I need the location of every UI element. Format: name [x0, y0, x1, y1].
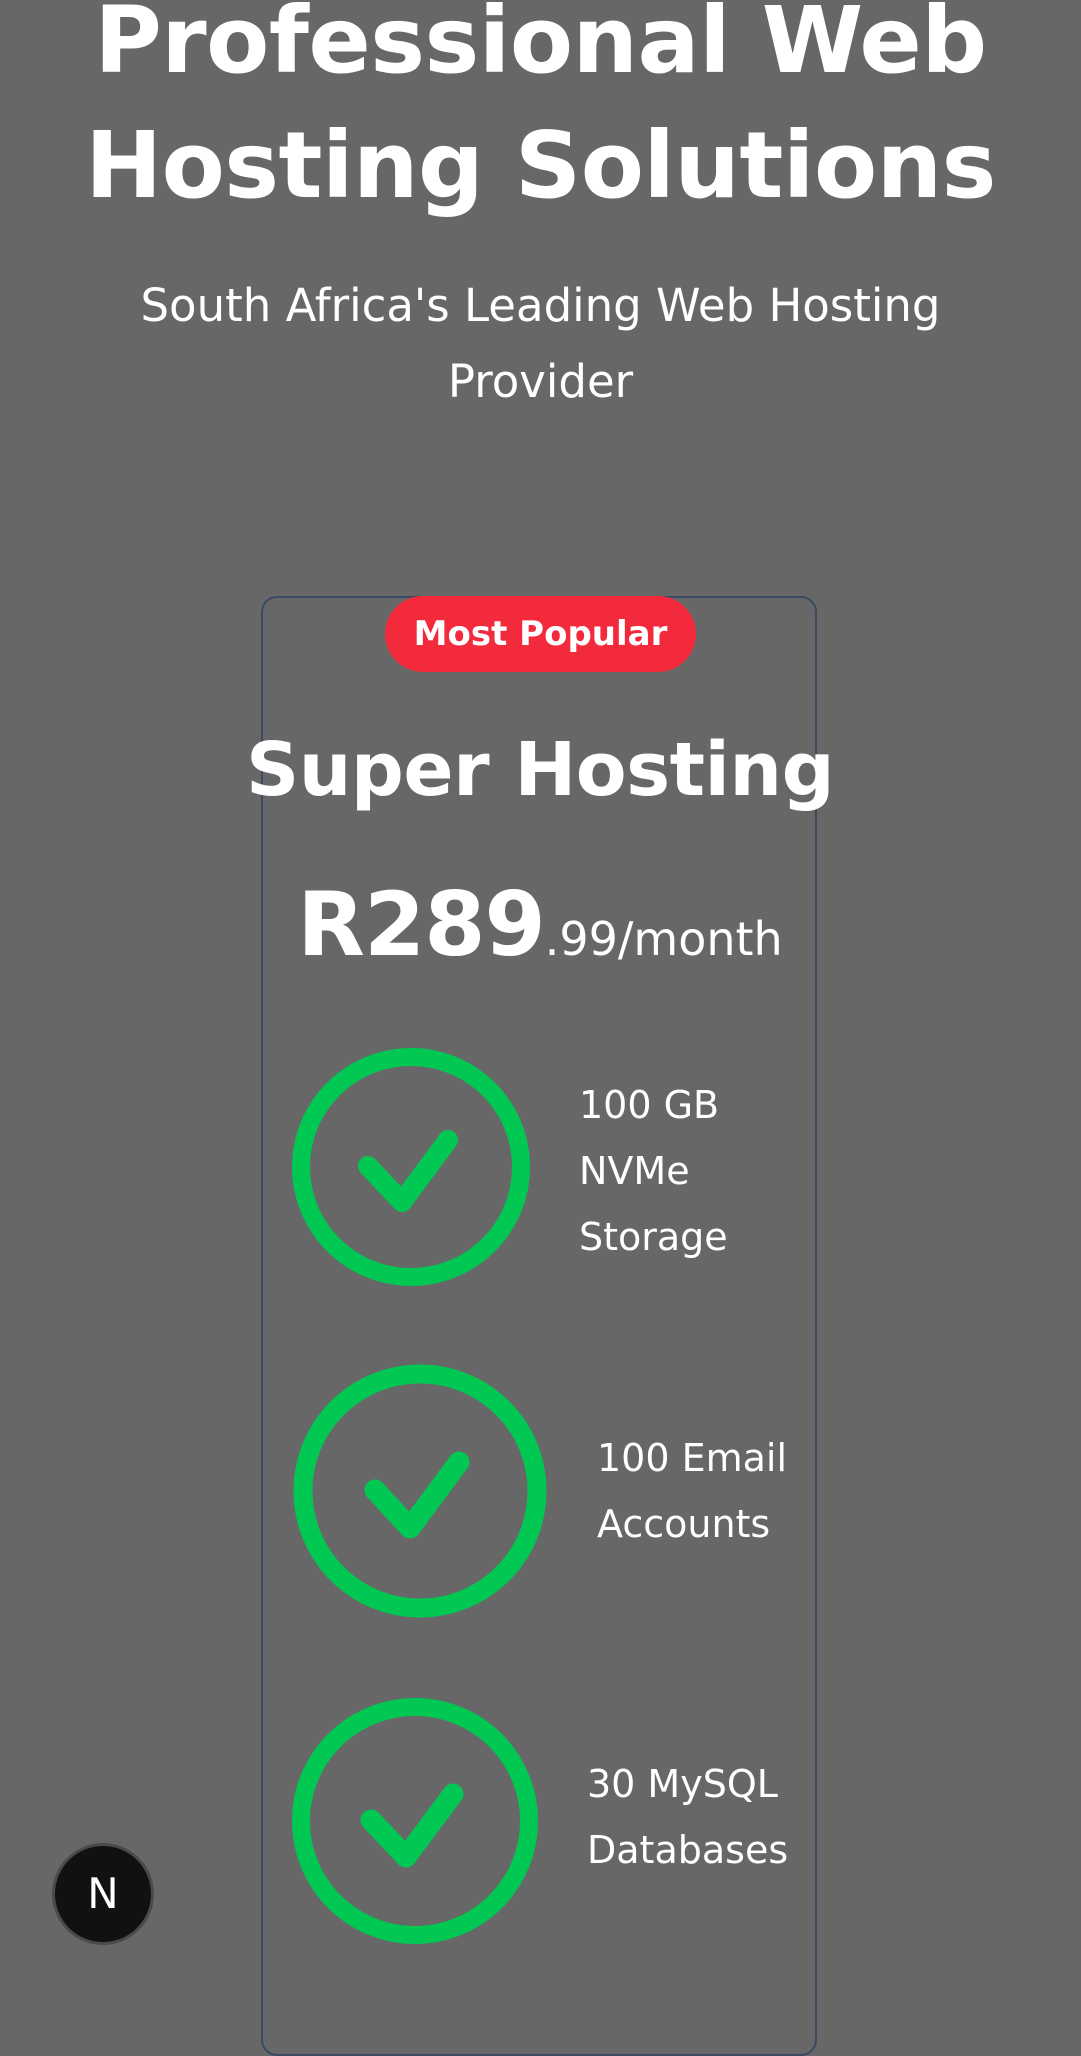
most-popular-badge: Most Popular: [385, 596, 696, 672]
feature-item-databases: 30 MySQL Databases: [292, 1698, 792, 1944]
feature-label: 100 Email Accounts: [597, 1436, 788, 1546]
nextjs-logo-icon[interactable]: N: [52, 1843, 154, 1945]
price-amount: R289: [297, 873, 545, 976]
hero-title: Professional Web Hosting Solutions: [85, 0, 996, 219]
hero-subtitle: South Africa's Leading Web Hosting Provi…: [140, 279, 941, 408]
feature-item-email: 100 Email Accounts: [293, 1364, 793, 1618]
feature-label: 30 MySQL Databases: [587, 1762, 789, 1872]
feature-item-storage: 100 GB NVMe Storage: [292, 1048, 792, 1288]
plan-price: R289.99/month: [230, 865, 850, 1010]
plan-name: Super Hosting: [245, 727, 835, 813]
check-circle-icon: [293, 1364, 547, 1618]
feature-label: 100 GB NVMe Storage: [579, 1083, 728, 1259]
price-period: .99/month: [544, 912, 783, 966]
check-circle-icon: [292, 1698, 538, 1944]
check-circle-icon: [292, 1048, 530, 1286]
